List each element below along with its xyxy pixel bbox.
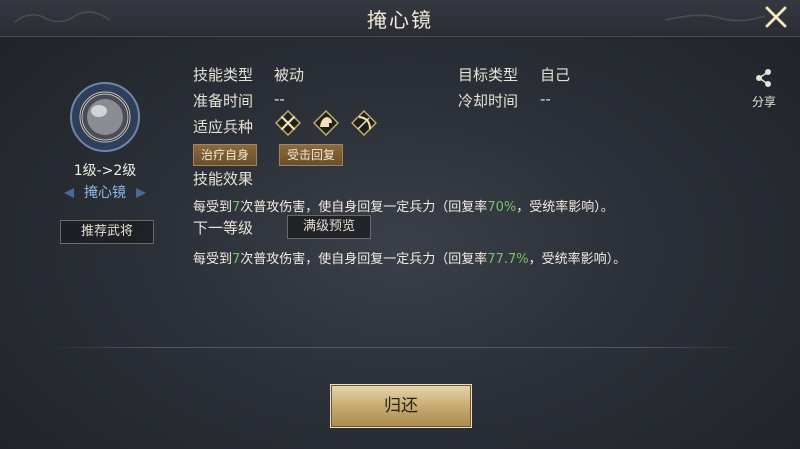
recommend-generals-button[interactable]: 推荐武将 [60,220,154,244]
skill-name: 掩心镜 [84,185,126,201]
tag-heal-self: 治疗自身 [193,144,258,166]
skill-type-value: 被动 [274,66,305,84]
cooldown-value: -- [540,90,551,108]
next-level-effect-text: 每受到7次普攻伤害，使自身回复一定兵力（回复率77.7%，受统率影响）。 [193,252,627,267]
current-heal-rate: 70% [487,200,517,215]
next-heal-rate: 77.7% [487,252,529,267]
share-button[interactable]: 分享 [746,68,782,110]
title-bar: 掩心镜 [0,0,800,37]
skill-type-label: 技能类型 [193,66,254,84]
target-type-value: 自己 [540,66,571,84]
max-level-preview-button[interactable]: 满级预览 [287,215,371,239]
tag-recover-on-hit: 受击回复 [279,144,344,166]
divider [48,347,748,348]
cooldown-label: 冷却时间 [458,92,519,110]
round-shield-mirror-icon [70,82,140,152]
skill-icon [68,80,142,154]
cavalry-helmet-icon [313,110,339,136]
archer-bow-icon [351,110,377,136]
next-level-label: 下一等级 [193,219,254,237]
skill-effect-text: 每受到7次普攻伤害，使自身回复一定兵力（回复率70%，受统率影响）。 [193,200,614,215]
level-progress-text: 1级->2级 [73,163,137,179]
share-label: 分享 [751,95,776,109]
close-x-icon [765,6,787,28]
cloud-ornament-right-icon [664,14,766,22]
troop-type-label: 适应兵种 [193,118,254,136]
return-button[interactable]: 归还 [330,384,472,428]
prep-time-label: 准备时间 [193,92,254,110]
infantry-crossed-spears-icon [275,110,301,136]
prep-time-value: -- [274,90,285,108]
target-type-label: 目标类型 [458,66,519,84]
close-button[interactable] [762,3,790,31]
share-icon [756,69,771,87]
skill-effect-label: 技能效果 [193,170,254,188]
